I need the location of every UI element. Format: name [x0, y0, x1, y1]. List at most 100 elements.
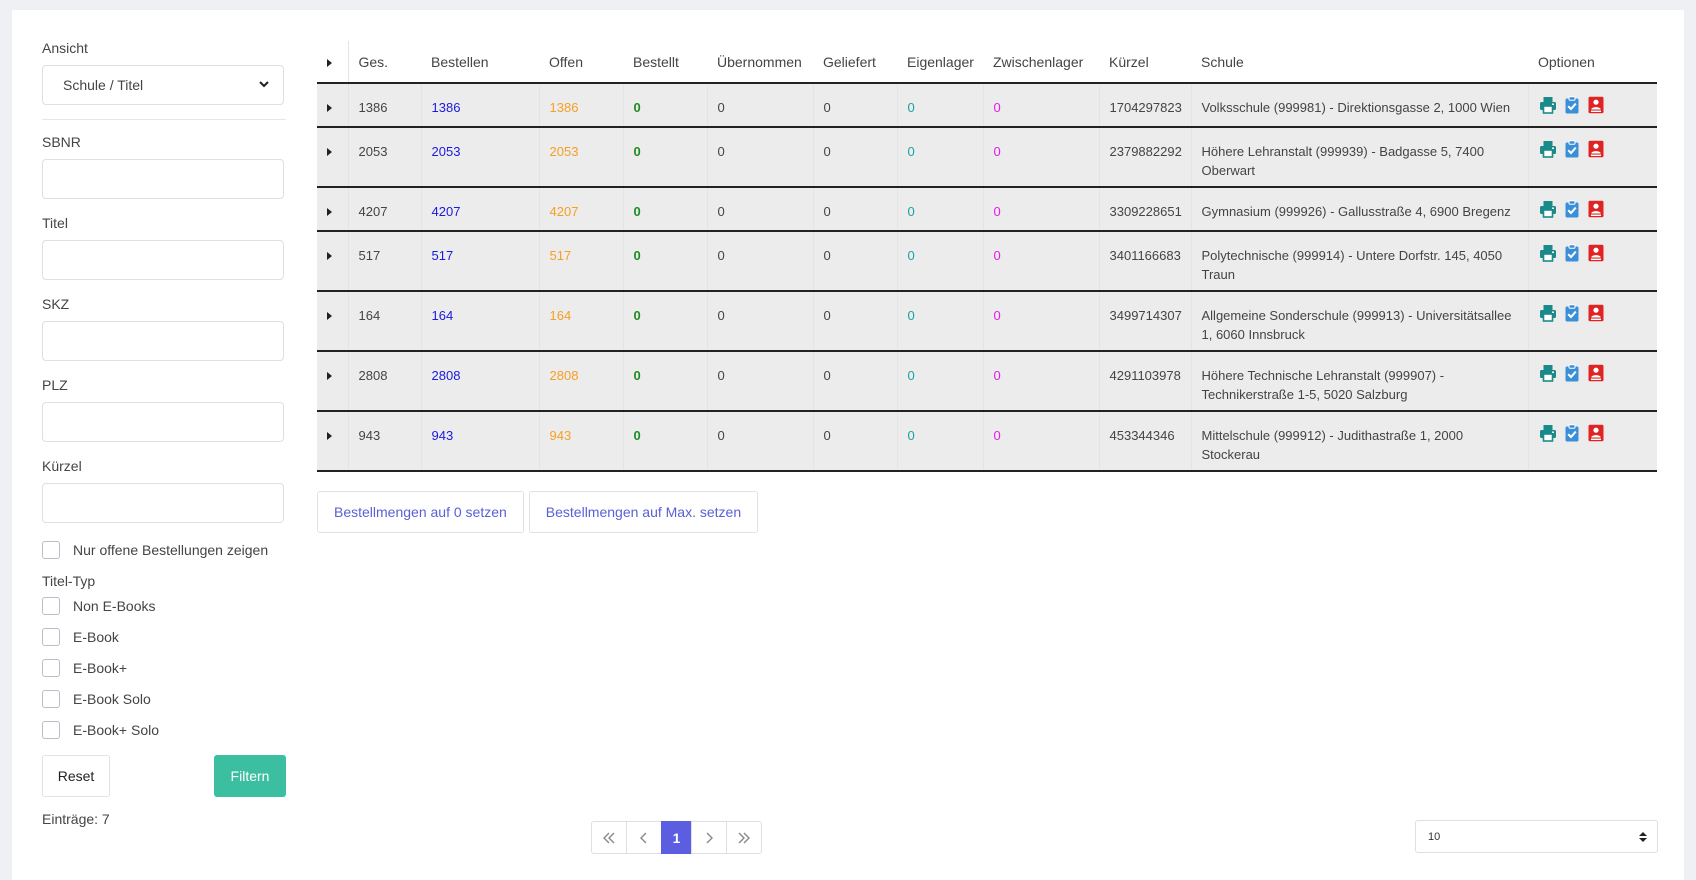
expand-cell[interactable]	[317, 291, 348, 351]
print-icon[interactable]	[1539, 96, 1557, 114]
bestellen-cell[interactable]: 943	[420, 411, 539, 471]
table-row[interactable]: 2808 2808 2808 0 0 0 0 0 4291103978 Höhe…	[317, 351, 1657, 411]
header-zwischenlager[interactable]: Zwischenlager	[983, 41, 1099, 84]
schule-cell: Allgemeine Sonderschule (999913) - Unive…	[1190, 291, 1528, 351]
expand-cell[interactable]	[317, 231, 348, 291]
delete-user-icon[interactable]	[1587, 364, 1605, 382]
delete-user-icon[interactable]	[1587, 140, 1605, 158]
print-icon[interactable]	[1539, 140, 1557, 158]
delete-user-icon[interactable]	[1587, 424, 1605, 442]
clipboard-check-icon[interactable]	[1563, 96, 1581, 114]
table-row[interactable]: 4207 4207 4207 0 0 0 0 0 3309228651 Gymn…	[317, 187, 1657, 231]
expand-all-header[interactable]	[317, 41, 349, 84]
delete-user-icon[interactable]	[1587, 244, 1605, 262]
bestellt-value: 0	[633, 428, 641, 443]
header-uebernommen[interactable]: Übernommen	[707, 41, 813, 84]
header-kuerzel[interactable]: Kürzel	[1099, 41, 1191, 84]
bestellen-value[interactable]: 517	[432, 232, 529, 265]
first-page-button[interactable]	[591, 821, 627, 854]
title-type-checkbox[interactable]	[42, 659, 60, 677]
bestellen-value[interactable]: 4207	[432, 188, 529, 221]
clipboard-check-icon[interactable]	[1563, 244, 1581, 262]
clipboard-check-icon[interactable]	[1563, 200, 1581, 218]
page-size-select[interactable]: 10	[1415, 820, 1658, 853]
table-row[interactable]: 2053 2053 2053 0 0 0 0 0 2379882292 Höhe…	[317, 127, 1657, 187]
expand-cell[interactable]	[317, 411, 348, 471]
delete-user-icon[interactable]	[1587, 200, 1605, 218]
sbnr-input[interactable]	[42, 159, 284, 199]
print-icon[interactable]	[1539, 200, 1557, 218]
title-type-option[interactable]: E-Book Solo	[42, 688, 286, 710]
table-row[interactable]: 1386 1386 1386 0 0 0 0 0 1704297823 Volk…	[317, 83, 1657, 127]
print-icon[interactable]	[1539, 304, 1557, 322]
header-ges[interactable]: Ges.	[348, 41, 421, 84]
zwischenlager-value: 0	[993, 248, 1001, 263]
plz-input[interactable]	[42, 402, 284, 442]
geliefert-value: 0	[823, 248, 831, 263]
prev-page-button[interactable]	[626, 821, 662, 854]
clipboard-check-icon[interactable]	[1563, 364, 1581, 382]
bestellen-value[interactable]: 1386	[432, 84, 529, 117]
title-type-checkbox[interactable]	[42, 597, 60, 615]
bestellen-cell[interactable]: 4207	[420, 187, 539, 231]
clipboard-check-icon[interactable]	[1563, 140, 1581, 158]
clipboard-check-icon[interactable]	[1563, 304, 1581, 322]
table-row[interactable]: 164 164 164 0 0 0 0 0 3499714307 Allgeme…	[317, 291, 1657, 351]
bestellen-value[interactable]: 2053	[432, 128, 529, 161]
filter-button[interactable]: Filtern	[214, 755, 286, 797]
header-schule[interactable]: Schule	[1191, 41, 1528, 84]
title-type-checkbox[interactable]	[42, 628, 60, 646]
title-group: Titel	[42, 215, 286, 280]
uebernommen-value: 0	[717, 308, 725, 323]
delete-user-icon[interactable]	[1587, 96, 1605, 114]
header-offen[interactable]: Offen	[539, 41, 623, 84]
bestellen-value[interactable]: 2808	[432, 352, 529, 385]
expand-cell[interactable]	[317, 187, 348, 231]
set-max-button[interactable]: Bestellmengen auf Max. setzen	[528, 491, 759, 533]
expand-cell[interactable]	[317, 83, 348, 127]
bestellen-cell[interactable]: 2808	[420, 351, 539, 411]
title-type-option-label: E-Book+ Solo	[73, 722, 159, 738]
last-page-button[interactable]	[726, 821, 762, 854]
table-row[interactable]: 943 943 943 0 0 0 0 0 453344346 Mittelsc…	[317, 411, 1657, 471]
print-icon[interactable]	[1539, 364, 1557, 382]
title-type-option[interactable]: E-Book+	[42, 657, 286, 679]
bestellt-value: 0	[633, 368, 641, 383]
view-select[interactable]: Schule / Titel	[42, 65, 284, 105]
bestellen-cell[interactable]: 517	[420, 231, 539, 291]
bestellen-cell[interactable]: 164	[420, 291, 539, 351]
header-eigenlager[interactable]: Eigenlager	[897, 41, 983, 84]
print-icon[interactable]	[1539, 244, 1557, 262]
kuerzel-cell: 3309228651	[1098, 187, 1191, 231]
next-page-button[interactable]	[691, 821, 727, 854]
title-input[interactable]	[42, 240, 284, 280]
expand-cell[interactable]	[317, 127, 348, 187]
table-row[interactable]: 517 517 517 0 0 0 0 0 3401166683 Polytec…	[317, 231, 1657, 291]
expand-cell[interactable]	[317, 351, 348, 411]
set-zero-button[interactable]: Bestellmengen auf 0 setzen	[317, 491, 524, 533]
bestellen-value[interactable]: 164	[432, 292, 529, 325]
bestellen-value[interactable]: 943	[432, 412, 529, 445]
bestellen-cell[interactable]: 2053	[420, 127, 539, 187]
title-type-option[interactable]: Non E-Books	[42, 595, 286, 617]
reset-button[interactable]: Reset	[42, 755, 110, 797]
current-page-button[interactable]: 1	[661, 821, 692, 854]
header-geliefert[interactable]: Geliefert	[813, 41, 897, 84]
double-chevron-left-icon	[603, 832, 615, 843]
header-bestellen[interactable]: Bestellen	[421, 41, 539, 84]
open-only-row[interactable]: Nur offene Bestellungen zeigen	[42, 539, 286, 561]
title-type-checkbox[interactable]	[42, 721, 60, 739]
options-cell	[1527, 83, 1657, 127]
skz-input[interactable]	[42, 321, 284, 361]
bestellen-cell[interactable]: 1386	[420, 83, 539, 127]
clipboard-check-icon[interactable]	[1563, 424, 1581, 442]
header-bestellt[interactable]: Bestellt	[623, 41, 707, 84]
kuerzel-input[interactable]	[42, 483, 284, 523]
title-type-option[interactable]: E-Book	[42, 626, 286, 648]
kuerzel-label: Kürzel	[42, 458, 82, 474]
title-type-checkbox[interactable]	[42, 690, 60, 708]
delete-user-icon[interactable]	[1587, 304, 1605, 322]
open-only-checkbox[interactable]	[42, 541, 60, 559]
print-icon[interactable]	[1539, 424, 1557, 442]
title-type-option[interactable]: E-Book+ Solo	[42, 719, 286, 741]
